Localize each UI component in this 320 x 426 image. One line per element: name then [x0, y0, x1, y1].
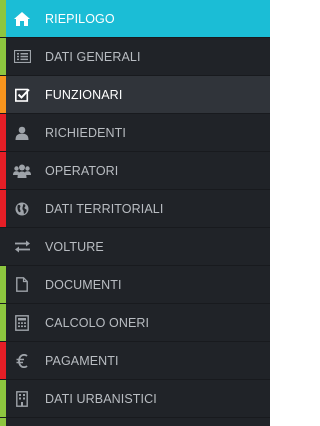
sidebar-item-operatori[interactable]: OPERATORI — [0, 152, 270, 190]
document-icon — [13, 276, 31, 294]
sidebar-nav: RIEPILOGO DATI GENERALI FUNZIONARI RICHI… — [0, 0, 270, 426]
euro-icon — [13, 352, 31, 370]
sidebar-item-label: RIEPILOGO — [45, 11, 115, 26]
sidebar-item-label: RICHIEDENTI — [45, 125, 126, 140]
sidebar-item-label: DATI TERRITORIALI — [45, 201, 164, 216]
sidebar-item-label: OPERATORI — [45, 163, 119, 178]
globe-icon — [13, 200, 31, 218]
accent-bar — [0, 114, 6, 151]
accent-bar — [0, 76, 6, 113]
accent-bar — [0, 342, 6, 379]
accent-bar — [0, 380, 6, 417]
sidebar-item-label: DATI GENERALI — [45, 49, 141, 64]
accent-bar — [0, 0, 6, 37]
accent-bar — [0, 266, 6, 303]
sidebar-menu: RIEPILOGO DATI GENERALI FUNZIONARI RICHI… — [0, 0, 270, 418]
list-icon — [13, 48, 31, 66]
accent-bar — [0, 38, 6, 75]
sidebar-item-documenti[interactable]: DOCUMENTI — [0, 266, 270, 304]
exchange-icon — [13, 238, 31, 256]
accent-bar — [0, 190, 6, 227]
building-icon — [13, 390, 31, 408]
accent-bar — [0, 228, 6, 265]
home-icon — [13, 10, 31, 28]
sidebar-item-dati-urbanistici[interactable]: DATI URBANISTICI — [0, 380, 270, 418]
checkbox-icon — [13, 86, 31, 104]
sidebar-item-label: DOCUMENTI — [45, 277, 122, 292]
sidebar-item-volture[interactable]: VOLTURE — [0, 228, 270, 266]
sidebar-item-label: CALCOLO ONERI — [45, 315, 150, 330]
sidebar-item-calcolo-oneri[interactable]: CALCOLO ONERI — [0, 304, 270, 342]
users-icon — [13, 162, 31, 180]
sidebar-item-label: DATI URBANISTICI — [45, 391, 157, 406]
sidebar-item-label: FUNZIONARI — [45, 87, 123, 102]
sidebar-item-label: VOLTURE — [45, 239, 104, 254]
sidebar-item-funzionari[interactable]: FUNZIONARI — [0, 76, 270, 114]
sidebar-item-dati-territoriali[interactable]: DATI TERRITORIALI — [0, 190, 270, 228]
accent-bar — [0, 304, 6, 341]
calculator-icon — [13, 314, 31, 332]
sidebar-item-riepilogo[interactable]: RIEPILOGO — [0, 0, 270, 38]
user-icon — [13, 124, 31, 142]
accent-bar — [0, 152, 6, 189]
sidebar-item-dati-generali[interactable]: DATI GENERALI — [0, 38, 270, 76]
sidebar-item-richiedenti[interactable]: RICHIEDENTI — [0, 114, 270, 152]
sidebar-item-pagamenti[interactable]: PAGAMENTI — [0, 342, 270, 380]
accent-bar — [0, 418, 6, 426]
sidebar-item-label: PAGAMENTI — [45, 353, 119, 368]
content-edge — [270, 0, 275, 426]
sidebar-bottom-strip — [0, 418, 270, 426]
